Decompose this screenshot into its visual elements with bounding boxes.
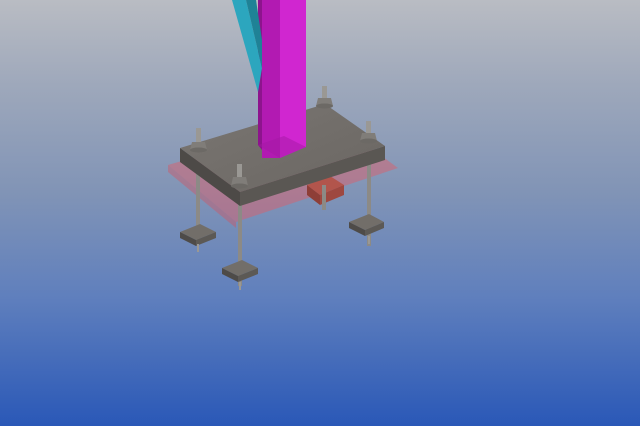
anchor-bolt [190,128,207,153]
model-scene[interactable] [0,0,640,426]
anchor-washer [349,214,384,236]
brace [232,0,262,92]
anchor-washers [180,214,384,290]
3d-viewport[interactable] [0,0,640,426]
anchor-rod [322,185,326,210]
anchor-washer [222,260,258,282]
column [258,0,306,158]
anchor-washer [180,224,216,246]
anchor-bolt [316,86,333,109]
